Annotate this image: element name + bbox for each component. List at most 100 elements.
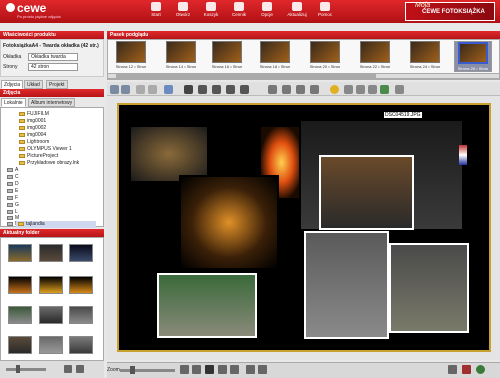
page-thumbnail[interactable]: Strona 24 • Stron (406, 41, 444, 72)
tree-item[interactable]: Przykładowe obrazy.lnk (19, 160, 79, 166)
send-back-icon[interactable] (282, 85, 291, 94)
tree-item[interactable]: img0001 (19, 118, 46, 124)
add-photo-icon[interactable] (64, 365, 72, 373)
last-page-icon[interactable] (230, 365, 239, 374)
copy-icon[interactable] (148, 85, 157, 94)
pages-select[interactable]: 42 stron (28, 63, 78, 71)
tree-drive[interactable]: G (7, 202, 19, 208)
check-icon[interactable] (476, 365, 485, 374)
photo-thumbnail[interactable] (8, 276, 32, 294)
tree-item[interactable]: Lightroom (19, 139, 49, 145)
drive-icon (7, 202, 13, 207)
frame-icon[interactable] (212, 85, 221, 94)
tab-layout[interactable]: Układ (24, 80, 43, 89)
grid-icon[interactable] (198, 85, 207, 94)
photo-thumbnail[interactable] (39, 336, 63, 354)
product-properties-header: Właściwości produktu (0, 31, 104, 39)
photo-thumbnail[interactable] (8, 244, 32, 262)
left-tabs: Zdjęcia Układ Projekt (0, 80, 104, 89)
tab-local[interactable]: Lokalnie (1, 98, 26, 107)
zoom-knob[interactable] (130, 366, 135, 374)
photo-thumbnail[interactable] (8, 336, 32, 354)
tree-drive[interactable]: A (7, 167, 18, 173)
photo-elephant-ball[interactable] (389, 243, 469, 333)
tree-item[interactable]: FUJIFILM (19, 111, 49, 117)
thumb-size-knob[interactable] (16, 365, 20, 373)
filmstrip-scroll-thumb[interactable] (116, 74, 376, 78)
options-button[interactable]: Opcje (254, 2, 280, 22)
tab-web-album[interactable]: Album internetowy (28, 98, 76, 107)
prev-page-icon[interactable] (192, 365, 201, 374)
cart-button[interactable]: Koszyk (198, 2, 224, 22)
tree-item-selected[interactable]: tajlandia (16, 221, 96, 228)
open-icon (178, 2, 188, 11)
drive-icon (7, 195, 13, 200)
photo-elephant-stand[interactable] (304, 231, 389, 339)
tree-item[interactable]: OLYMPUS Viewer 1 (19, 146, 72, 152)
clipart-icon[interactable] (356, 85, 365, 94)
price-button[interactable]: Cennik (226, 2, 252, 22)
smiley-icon[interactable] (330, 85, 339, 94)
folder-icon (19, 153, 25, 158)
page-overview-icon[interactable] (205, 365, 214, 374)
tree-drive[interactable]: C (7, 174, 19, 180)
undo-icon[interactable] (110, 85, 119, 94)
cut-icon[interactable] (136, 85, 145, 94)
refresh-icon[interactable] (76, 365, 84, 373)
thumb-size-slider[interactable] (6, 368, 46, 371)
zoom-slider[interactable] (120, 369, 175, 372)
page-thumbnail[interactable]: Strona 12 • Stron (112, 41, 150, 72)
first-page-icon[interactable] (180, 365, 189, 374)
update-button[interactable]: Aktualizuj (282, 2, 312, 22)
effects-icon[interactable] (395, 85, 404, 94)
tree-item[interactable]: img0002 (19, 125, 46, 131)
photo-thumbnail[interactable] (69, 336, 93, 354)
page-thumbnail[interactable]: Strona 20 • Stron (306, 41, 344, 72)
tab-project[interactable]: Projekt (46, 80, 68, 89)
export-icon[interactable] (462, 365, 471, 374)
align-icon[interactable] (226, 85, 235, 94)
cover-select[interactable]: Okładka twarda (28, 53, 78, 61)
help-button[interactable]: Pomoc (312, 2, 338, 22)
text-icon[interactable] (344, 85, 353, 94)
tab-photos[interactable]: Zdjęcia (1, 80, 24, 89)
photo-performer[interactable] (319, 155, 414, 230)
page-thumbnail-selected[interactable]: Strona 26 • Stron (454, 41, 492, 72)
open-button[interactable]: Otwórz (170, 2, 196, 22)
drive-icon (7, 181, 13, 186)
photo-thumbnail[interactable] (69, 244, 93, 262)
save-icon[interactable] (448, 365, 457, 374)
start-button[interactable]: Start (143, 2, 169, 22)
photo-thumbnail[interactable] (39, 244, 63, 262)
photo-elephant-yard[interactable] (157, 273, 257, 338)
photo-thumbnail[interactable] (69, 306, 93, 324)
mask-icon[interactable] (368, 85, 377, 94)
book-spread[interactable] (117, 103, 491, 352)
tree-item[interactable]: img0004 (19, 132, 46, 138)
photo-thumbnail[interactable] (39, 306, 63, 324)
redo-icon[interactable] (121, 85, 130, 94)
tree-item[interactable]: PictureProject (19, 153, 58, 159)
ungroup-icon[interactable] (310, 85, 319, 94)
rotate-icon[interactable] (164, 85, 173, 94)
tree-drive[interactable]: D (7, 181, 19, 187)
layout-icon[interactable] (184, 85, 193, 94)
page-thumbnail[interactable]: Strona 22 • Stron (356, 41, 394, 72)
redo-page-icon[interactable] (258, 365, 267, 374)
photo-thumbnail[interactable] (8, 306, 32, 324)
page-thumbnail[interactable]: Strona 14 • Stron (162, 41, 200, 72)
next-page-icon[interactable] (218, 365, 227, 374)
group-icon[interactable] (296, 85, 305, 94)
bring-front-icon[interactable] (268, 85, 277, 94)
photo-fire-ring[interactable] (179, 175, 279, 270)
undo-page-icon[interactable] (246, 365, 255, 374)
background-icon[interactable] (380, 85, 389, 94)
tree-drive[interactable]: E (7, 188, 18, 194)
page-preview (360, 41, 390, 63)
photo-thumbnail[interactable] (69, 276, 93, 294)
arrange-icon[interactable] (240, 85, 249, 94)
page-thumbnail[interactable]: Strona 16 • Stron (208, 41, 246, 72)
page-thumbnail[interactable]: Strona 18 • Stron (256, 41, 294, 72)
photo-thumbnail[interactable] (39, 276, 63, 294)
tree-drive[interactable]: F (7, 195, 18, 201)
